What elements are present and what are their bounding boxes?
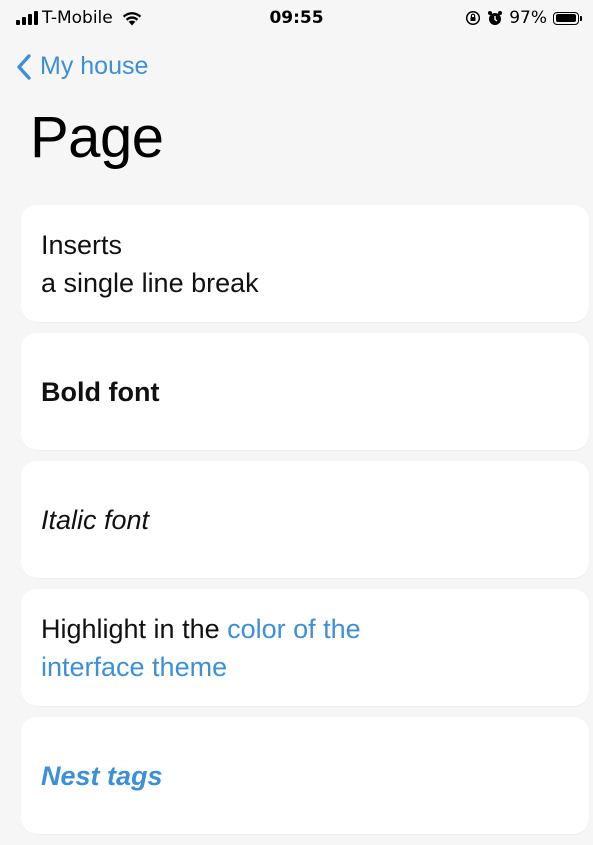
card-bold[interactable]: Bold font bbox=[21, 333, 589, 450]
card-list: Inserts a single line break Bold font It… bbox=[21, 205, 589, 845]
card-highlight[interactable]: Highlight in the color of the interface … bbox=[21, 589, 589, 706]
card-line-break-text: Inserts a single line break bbox=[41, 226, 259, 302]
battery-percent: 97% bbox=[509, 8, 547, 28]
bold-font-text: Bold font bbox=[41, 376, 160, 407]
back-label: My house bbox=[40, 52, 149, 80]
card-nest-tags[interactable]: Nest tags bbox=[21, 717, 589, 834]
card-line-break[interactable]: Inserts a single line break bbox=[21, 205, 589, 322]
line-break-line2: a single line break bbox=[41, 267, 259, 298]
line-break-line1: Inserts bbox=[41, 229, 123, 260]
highlight-plain-text: Highlight in the bbox=[41, 613, 228, 644]
card-italic[interactable]: Italic font bbox=[21, 461, 589, 578]
status-right: 97% bbox=[465, 8, 582, 28]
highlight-colored-text-1: color of the bbox=[227, 613, 361, 644]
highlight-colored-text-2: interface theme bbox=[41, 651, 228, 682]
alarm-icon bbox=[488, 11, 503, 25]
chevron-left-icon bbox=[17, 53, 31, 80]
battery-level bbox=[555, 14, 576, 22]
battery-icon bbox=[553, 11, 582, 25]
back-button[interactable]: My house bbox=[16, 52, 148, 81]
page-title: Page bbox=[30, 105, 164, 170]
nest-tags-text: Nest tags bbox=[41, 760, 163, 791]
status-bar: T-Mobile 09:55 97% bbox=[0, 0, 593, 40]
italic-font-text: Italic font bbox=[41, 504, 150, 535]
orientation-lock-icon bbox=[466, 10, 481, 26]
card-highlight-text: Highlight in the color of the interface … bbox=[41, 610, 361, 686]
